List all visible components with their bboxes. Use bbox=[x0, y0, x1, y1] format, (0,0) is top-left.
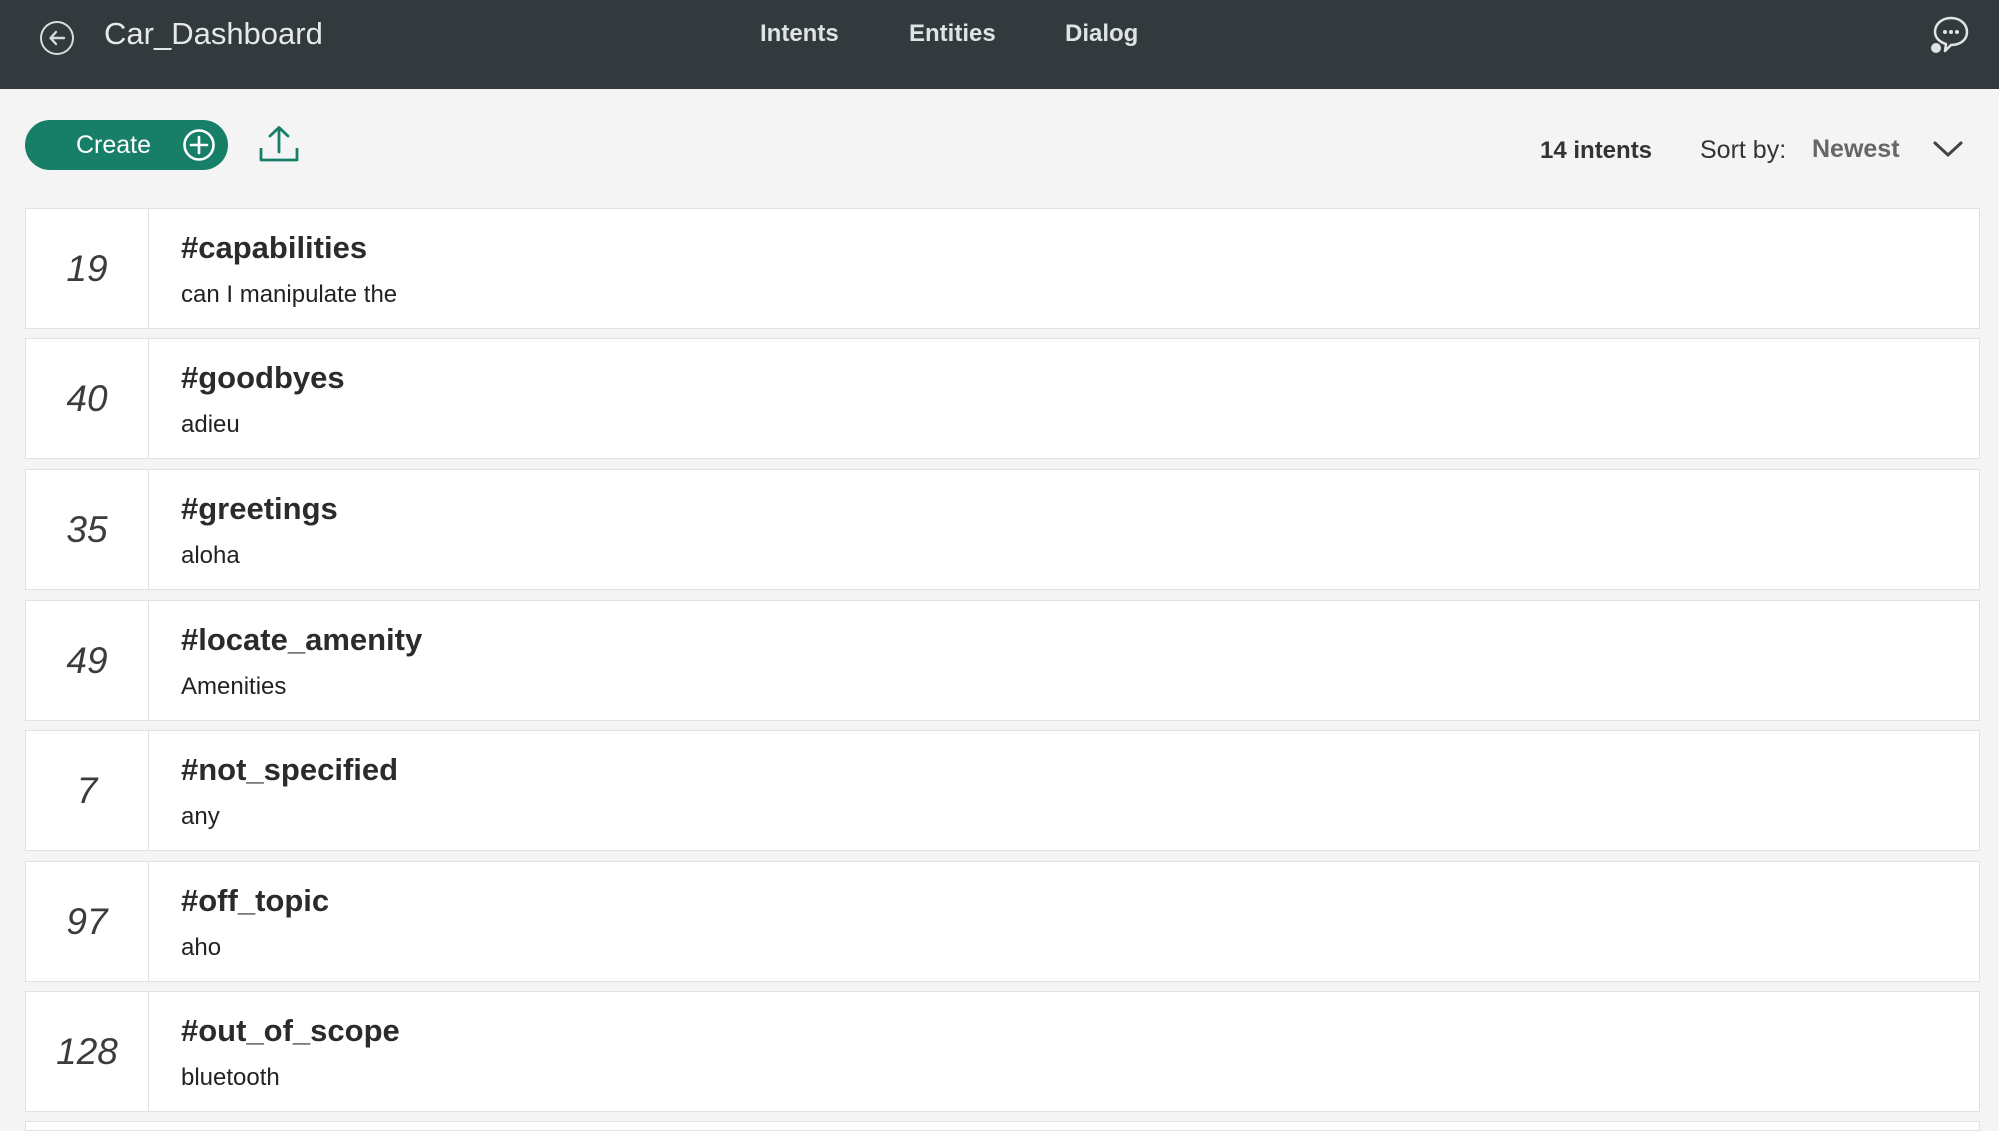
intent-name: #capabilities bbox=[181, 230, 368, 265]
intent-row[interactable]: 7 #not_specified any bbox=[25, 730, 1980, 851]
intent-row[interactable] bbox=[25, 1121, 1980, 1131]
tab-dialog[interactable]: Dialog bbox=[1065, 20, 1138, 48]
chat-bubble-icon[interactable] bbox=[1927, 14, 1973, 56]
intent-row[interactable]: 35 #greetings aloha bbox=[25, 469, 1980, 590]
sort-label: Sort by: bbox=[1700, 136, 1787, 164]
create-button-label: Create bbox=[76, 130, 152, 159]
tab-entities[interactable]: Entities bbox=[909, 20, 996, 48]
intent-name: #locate_amenity bbox=[181, 622, 423, 657]
example-count: 97 bbox=[26, 862, 149, 981]
intent-name: #greetings bbox=[181, 491, 338, 526]
example-count: 40 bbox=[26, 339, 149, 458]
intent-example: bluetooth bbox=[181, 1064, 280, 1091]
intent-example: can I manipulate the bbox=[181, 281, 398, 308]
intent-row[interactable]: 97 #off_topic aho bbox=[25, 861, 1980, 982]
upload-icon[interactable] bbox=[258, 124, 300, 164]
intent-name: #not_specified bbox=[181, 752, 399, 787]
intent-row[interactable]: 49 #locate_amenity Amenities bbox=[25, 600, 1980, 721]
create-button[interactable]: Create bbox=[25, 120, 228, 170]
main-nav: Intents Entities Dialog bbox=[0, 20, 1999, 60]
example-count: 49 bbox=[26, 601, 149, 720]
example-count: 7 bbox=[26, 731, 149, 850]
sort-value: Newest bbox=[1812, 134, 1900, 163]
intent-name: #goodbyes bbox=[181, 360, 345, 395]
toolbar: Create 14 intents Sort by: Newest bbox=[0, 89, 1999, 199]
intent-count: 14 intents bbox=[1540, 137, 1653, 164]
intent-row[interactable]: 19 #capabilities can I manipulate the bbox=[25, 208, 1980, 329]
example-count: 19 bbox=[26, 209, 149, 328]
sort-dropdown[interactable]: Newest bbox=[1812, 129, 1972, 169]
intent-name: #out_of_scope bbox=[181, 1013, 400, 1048]
intent-example: any bbox=[181, 803, 220, 830]
intent-row[interactable]: 40 #goodbyes adieu bbox=[25, 338, 1980, 459]
example-count: 35 bbox=[26, 470, 149, 589]
intent-example: aloha bbox=[181, 542, 240, 569]
intent-example: Amenities bbox=[181, 673, 287, 700]
chevron-down-icon bbox=[1933, 141, 1963, 157]
example-count: 128 bbox=[26, 992, 149, 1111]
intent-example: adieu bbox=[181, 411, 240, 438]
plus-circle-icon bbox=[183, 129, 215, 161]
intent-example: aho bbox=[181, 934, 222, 961]
intent-row[interactable]: 128 #out_of_scope bluetooth bbox=[25, 991, 1980, 1112]
top-bar: Car_Dashboard Intents Entities Dialog bbox=[0, 0, 1999, 89]
intent-name: #off_topic bbox=[181, 883, 330, 918]
tab-intents[interactable]: Intents bbox=[760, 20, 839, 48]
